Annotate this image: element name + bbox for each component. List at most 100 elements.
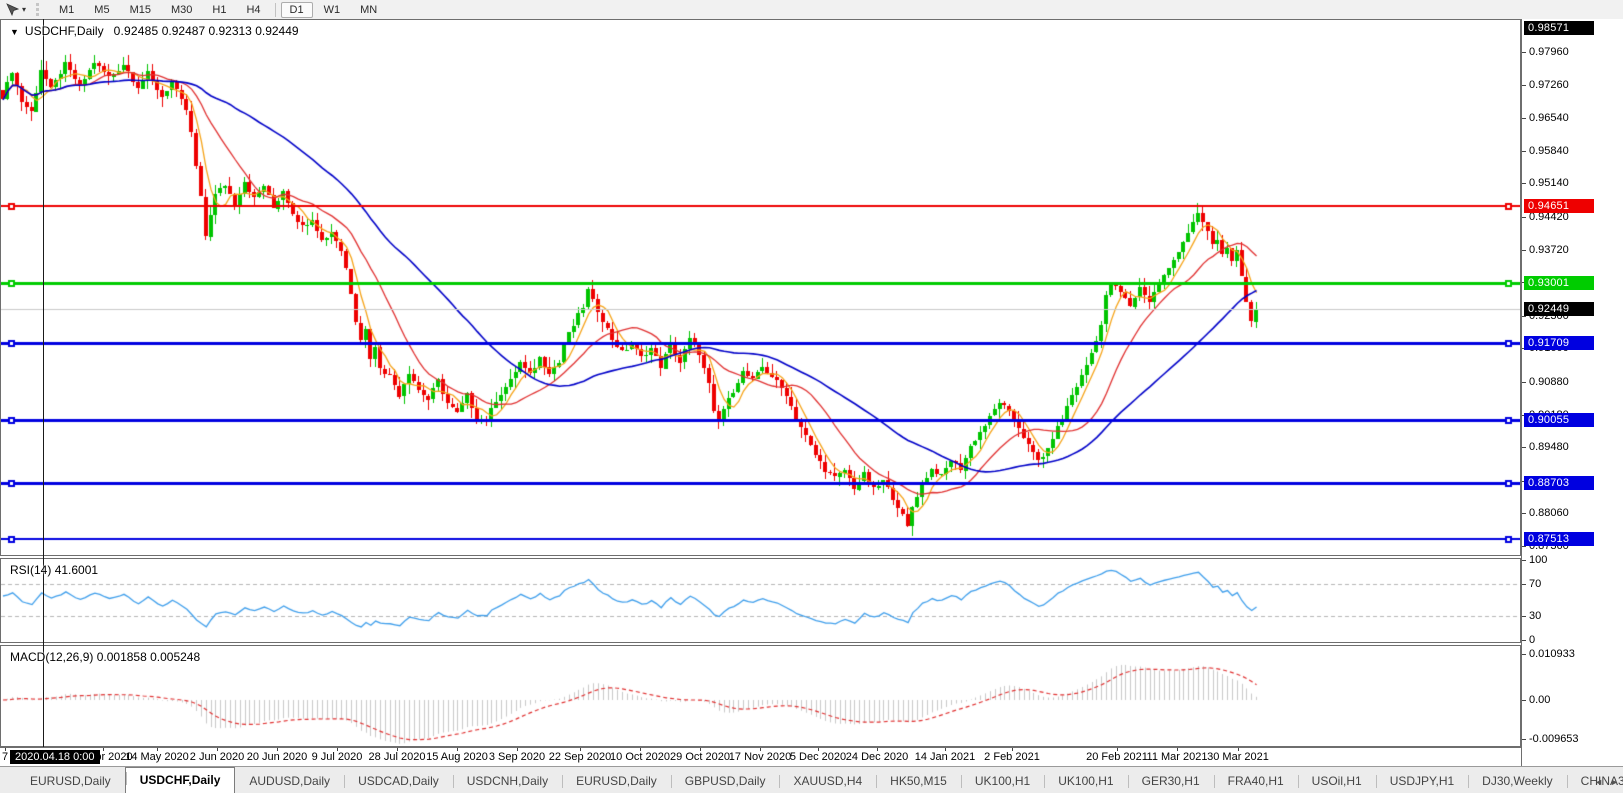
price-tick-mark — [1522, 513, 1526, 514]
price-badge-0.94651: 0.94651 — [1524, 199, 1594, 213]
date-tick-label: 2 Jun 2020 — [190, 751, 244, 763]
macd-tick-label: 0.00 — [1529, 694, 1550, 706]
chart-tab-usdcad-daily[interactable]: USDCAD,Daily — [344, 771, 453, 793]
price-tick-label: 0.93720 — [1529, 244, 1569, 256]
time-axis[interactable]: 2020.04.18 0:00 725 Apr 202014 May 20202… — [0, 747, 1521, 766]
price-badge-0.90055: 0.90055 — [1524, 413, 1594, 427]
price-tick-label: 0.89480 — [1529, 441, 1569, 453]
price-tick-label: 0.90880 — [1529, 376, 1569, 388]
tab-scroll-left-icon[interactable]: ◄ — [1592, 776, 1605, 788]
chart-tab-usoil-h1[interactable]: USOil,H1 — [1298, 771, 1376, 793]
rsi-canvas[interactable] — [1, 559, 1520, 642]
price-tick-mark — [1522, 382, 1526, 383]
rsi-tick-label: 100 — [1529, 554, 1547, 566]
toolbar-grip — [36, 3, 43, 16]
rsi-panel: RSI(14) 41.6001 — [0, 558, 1521, 643]
chart-cursor-icon[interactable] — [4, 3, 20, 17]
price-tick-label: 0.96540 — [1529, 112, 1569, 124]
date-tick-label: 7 — [2, 751, 8, 763]
chart-tab-uk100-h1[interactable]: UK100,H1 — [961, 771, 1044, 793]
timeframe-button-d1[interactable]: D1 — [281, 2, 313, 18]
macd-tick-mark — [1522, 739, 1526, 740]
rsi-tick-mark — [1522, 640, 1526, 641]
price-tick-label: 0.95840 — [1529, 145, 1569, 157]
timeframe-button-m30[interactable]: M30 — [162, 2, 201, 18]
timeframe-button-w1[interactable]: W1 — [315, 2, 350, 18]
rsi-tick-label: 70 — [1529, 578, 1541, 590]
macd-tick-label: -0.009653 — [1529, 733, 1579, 745]
date-tick-label: 17 Nov 2020 — [729, 751, 791, 763]
rsi-tick-mark — [1522, 616, 1526, 617]
timeframe-toolbar: ▾ M1M5M15M30H1H4 D1W1MN — [0, 0, 1623, 20]
timeframe-button-m1[interactable]: M1 — [50, 2, 83, 18]
chart-tab-usdjpy-h1[interactable]: USDJPY,H1 — [1376, 771, 1468, 793]
date-tick-label: 20 Jun 2020 — [247, 751, 308, 763]
price-tick-mark — [1522, 217, 1526, 218]
date-tick-label: 28 Jul 2020 — [369, 751, 426, 763]
price-tick-mark — [1522, 118, 1526, 119]
chart-tab-xauusd-h4[interactable]: XAUUSD,H4 — [779, 771, 876, 793]
chart-tab-eurusd-daily[interactable]: EURUSD,Daily — [16, 771, 125, 793]
price-tick-mark — [1522, 85, 1526, 86]
price-tick-mark — [1522, 546, 1526, 547]
date-tick-label: 22 Sep 2020 — [549, 751, 611, 763]
date-tick-label: 20 Feb 2021 — [1086, 751, 1148, 763]
price-tick-mark — [1522, 250, 1526, 251]
timeframe-button-h4[interactable]: H4 — [237, 2, 269, 18]
price-tick-label: 0.97960 — [1529, 46, 1569, 58]
price-badge-0.98571: 0.98571 — [1524, 21, 1594, 35]
date-tick-label: 14 Jan 2021 — [915, 751, 976, 763]
chevron-down-icon[interactable]: ▾ — [22, 5, 26, 14]
trading-terminal-window: ▾ M1M5M15M30H1H4 D1W1MN ▼USDCHF,Daily0.92… — [0, 0, 1623, 793]
timeframe-button-m5[interactable]: M5 — [85, 2, 118, 18]
price-axis[interactable]: 0.979600.972600.965400.958400.951400.944… — [1521, 19, 1623, 766]
price-tick-mark — [1522, 151, 1526, 152]
timeframe-button-h1[interactable]: H1 — [203, 2, 235, 18]
timeframe-buttons: M1M5M15M30H1H4 D1W1MN — [49, 2, 387, 18]
date-tick-label: 11 Mar 2021 — [1147, 751, 1208, 763]
date-tick-label: 3 Sep 2020 — [489, 751, 545, 763]
chart-tab-gbpusd-daily[interactable]: GBPUSD,Daily — [671, 771, 780, 793]
chart-tab-ger30-h1[interactable]: GER30,H1 — [1128, 771, 1214, 793]
timeframe-button-mn[interactable]: MN — [351, 2, 386, 18]
chart-tab-audusd-daily[interactable]: AUDUSD,Daily — [235, 771, 344, 793]
crosshair-date-box: 2020.04.18 0:00 — [10, 750, 100, 764]
chart-tab-uk100-h1[interactable]: UK100,H1 — [1044, 771, 1127, 793]
timeframe-button-m15[interactable]: M15 — [121, 2, 160, 18]
date-tick-label: 2 Feb 2021 — [984, 751, 1040, 763]
price-tick-mark — [1522, 183, 1526, 184]
price-badge-0.92449: 0.92449 — [1524, 302, 1594, 316]
chart-tab-usdcnh-daily[interactable]: USDCNH,Daily — [453, 771, 562, 793]
macd-tick-label: 0.010933 — [1529, 648, 1575, 660]
macd-canvas[interactable] — [1, 646, 1520, 746]
chart-tab-usdchf-daily[interactable]: USDCHF,Daily — [125, 767, 236, 793]
chart-tab-bar: EURUSD,DailyUSDCHF,DailyAUDUSD,DailyUSDC… — [0, 766, 1623, 793]
macd-tick-mark — [1522, 654, 1526, 655]
date-tick-label: 9 Jul 2020 — [312, 751, 363, 763]
price-tick-mark — [1522, 316, 1526, 317]
date-tick-label: 14 May 2020 — [125, 751, 189, 763]
price-badge-0.93001: 0.93001 — [1524, 276, 1594, 290]
rsi-tick-mark — [1522, 584, 1526, 585]
chart-tab-eurusd-daily[interactable]: EURUSD,Daily — [562, 771, 671, 793]
date-tick-label: 29 Oct 2020 — [670, 751, 730, 763]
date-tick-label: 30 Mar 2021 — [1207, 751, 1269, 763]
date-tick-label: 10 Oct 2020 — [610, 751, 670, 763]
main-chart-canvas[interactable] — [1, 20, 1520, 555]
tab-scroll-right-icon[interactable]: ► — [1608, 776, 1621, 788]
rsi-tick-label: 0 — [1529, 634, 1535, 646]
chart-tab-dj30-weekly[interactable]: DJ30,Weekly — [1468, 771, 1566, 793]
rsi-tick-label: 30 — [1529, 610, 1541, 622]
chart-tab-fra40-h1[interactable]: FRA40,H1 — [1214, 771, 1298, 793]
macd-tick-mark — [1522, 700, 1526, 701]
main-chart-panel: ▼USDCHF,Daily0.92485 0.92487 0.92313 0.9… — [0, 19, 1521, 556]
price-badge-0.88703: 0.88703 — [1524, 476, 1594, 490]
chart-tab-hk50-m15[interactable]: HK50,M15 — [876, 771, 961, 793]
date-tick-label: 15 Aug 2020 — [426, 751, 488, 763]
toolbar-separator — [275, 3, 276, 17]
price-badge-0.91709: 0.91709 — [1524, 336, 1594, 350]
price-tick-label: 0.97260 — [1529, 79, 1569, 91]
date-tick-label: 5 Dec 2020 — [790, 751, 846, 763]
price-tick-label: 0.95140 — [1529, 177, 1569, 189]
price-tick-label: 0.88060 — [1529, 507, 1569, 519]
